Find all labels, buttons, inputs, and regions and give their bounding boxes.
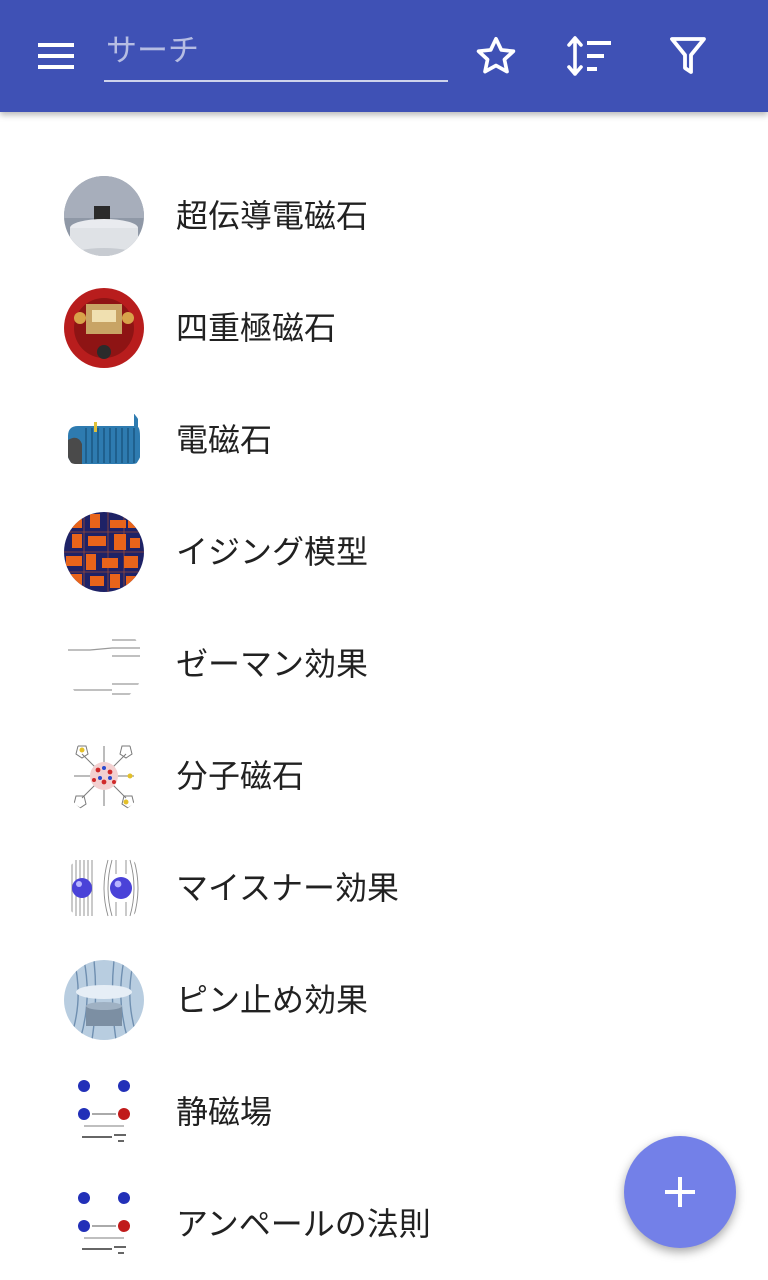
item-label: イジング模型 xyxy=(176,533,369,571)
list-item[interactable]: マイスナー効果 xyxy=(0,832,768,944)
plus-icon xyxy=(665,1177,695,1207)
filter-button[interactable] xyxy=(660,28,716,84)
favorites-button[interactable] xyxy=(468,28,524,84)
list-item[interactable]: ゼーマン効果 xyxy=(0,608,768,720)
list-item[interactable]: 超伝導電磁石 xyxy=(0,160,768,272)
item-label: 超伝導電磁石 xyxy=(176,197,369,235)
sort-icon xyxy=(567,36,611,76)
list-item[interactable]: 電磁石 xyxy=(0,384,768,496)
search-field xyxy=(104,22,448,82)
thumbnail xyxy=(64,1072,144,1152)
thumbnail xyxy=(64,960,144,1040)
thumbnail xyxy=(64,288,144,368)
thumbnail xyxy=(64,400,144,480)
item-label: マイスナー効果 xyxy=(176,869,400,907)
thumbnail xyxy=(64,848,144,928)
star-icon xyxy=(476,36,516,74)
add-button[interactable] xyxy=(624,1136,736,1248)
menu-icon xyxy=(38,43,74,69)
filter-icon xyxy=(670,37,706,74)
item-label: ピン止め効果 xyxy=(176,981,369,1019)
item-label: 静磁場 xyxy=(176,1093,273,1131)
item-label: アンペールの法則 xyxy=(176,1205,431,1243)
thumbnail xyxy=(64,1184,144,1264)
list-item[interactable]: 四重極磁石 xyxy=(0,272,768,384)
item-label: 分子磁石 xyxy=(176,757,305,795)
topic-list: 超伝導電磁石 四重極磁石 電磁石 イジング模型 ゼーマン効果 分子磁石 マイスナ… xyxy=(0,160,768,1280)
sort-button[interactable] xyxy=(563,28,619,84)
item-label: ゼーマン効果 xyxy=(176,645,369,683)
search-input[interactable] xyxy=(104,22,448,80)
thumbnail xyxy=(64,736,144,816)
menu-button[interactable] xyxy=(28,28,84,84)
list-item[interactable]: ピン止め効果 xyxy=(0,944,768,1056)
list-item[interactable]: イジング模型 xyxy=(0,496,768,608)
list-item[interactable]: 分子磁石 xyxy=(0,720,768,832)
thumbnail xyxy=(64,512,144,592)
app-bar xyxy=(0,0,768,112)
item-label: 電磁石 xyxy=(176,421,273,459)
thumbnail xyxy=(64,624,144,704)
thumbnail xyxy=(64,176,144,256)
item-label: 四重極磁石 xyxy=(176,309,337,347)
